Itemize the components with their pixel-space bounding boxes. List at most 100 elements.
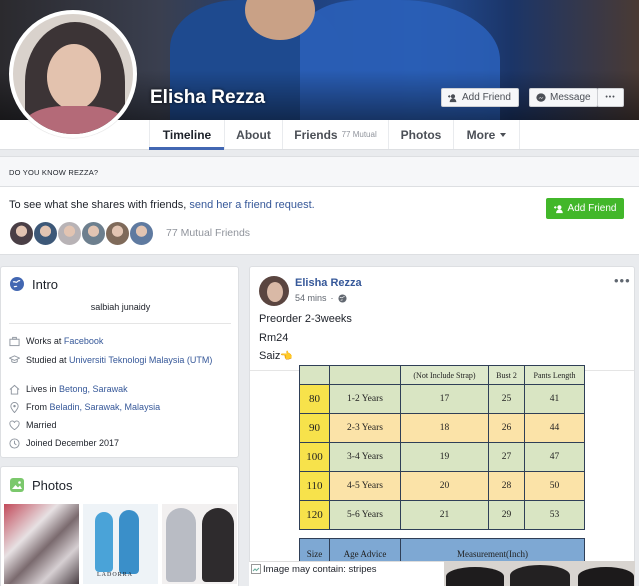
tab-timeline[interactable]: Timeline (149, 120, 224, 149)
intro-prefix: Works at (26, 336, 62, 346)
mutual-friend-avatar[interactable] (105, 221, 130, 246)
public-globe-icon (337, 293, 347, 303)
tab-label: Friends (294, 127, 338, 142)
active-tab-indicator (149, 147, 224, 150)
intro-card: Intro salbiah junaidy Works at Facebook … (0, 266, 239, 458)
photos-icon (10, 478, 24, 492)
message-label: Message (550, 92, 591, 103)
photo-figure (446, 567, 504, 586)
tab-label: Timeline (162, 127, 212, 142)
table-cell: 50 (524, 471, 585, 501)
table-row: 110 4-5 Years 20 28 50 (299, 471, 585, 501)
table-cell: 26 (488, 413, 525, 443)
photo-figure (202, 508, 234, 582)
add-friend-label: Add Friend (462, 92, 511, 103)
tab-label: More (466, 127, 496, 142)
avatar-face (267, 282, 283, 302)
add-friend-green-button[interactable]: Add Friend (546, 198, 624, 219)
more-options-button[interactable]: ••• (597, 88, 624, 107)
post-text-line: Rm24 (259, 332, 289, 344)
photo-thumb[interactable] (162, 504, 237, 584)
photo-figure (510, 565, 570, 586)
photos-card: Photos LADORRA (0, 466, 239, 586)
city-link[interactable]: Betong, Sarawak (59, 384, 128, 394)
table-cell: 1-2 Years (329, 384, 401, 414)
table-cell: 21 (400, 500, 489, 530)
joined-date: Joined December 2017 (26, 438, 120, 448)
mutual-count: 77 Mutual (341, 130, 377, 139)
send-request-link[interactable]: send her a friend request. (189, 199, 314, 211)
mutual-friend-avatar[interactable] (57, 221, 82, 246)
work-link[interactable]: Facebook (64, 336, 104, 346)
size-cell: 120 (299, 500, 330, 530)
tab-more[interactable]: More (453, 120, 520, 149)
tab-friends[interactable]: Friends 77 Mutual (282, 120, 388, 149)
photo-thumb[interactable] (4, 504, 79, 584)
table-cell: 47 (524, 442, 585, 472)
tab-photos[interactable]: Photos (388, 120, 453, 149)
table-row: 80 1-2 Years 17 25 41 (299, 384, 585, 414)
photo-caption: LADORRA (97, 572, 134, 578)
table-header-cell: (Not Include Strap) (400, 365, 489, 385)
table-cell: 5-6 Years (329, 500, 401, 530)
intro-prefix: Lives in (26, 384, 57, 394)
chevron-down-icon (500, 132, 507, 137)
table-cell: 20 (400, 471, 489, 501)
mutual-friend-avatar[interactable] (129, 221, 154, 246)
table-cell: 17 (400, 384, 489, 414)
table-row: 120 5-6 Years 21 29 53 (299, 500, 585, 530)
school-link[interactable]: Universiti Teknologi Malaysia (UTM) (69, 355, 212, 365)
hometown-link[interactable]: Beladin, Sarawak, Malaysia (50, 402, 161, 412)
post-author-name[interactable]: Elisha Rezza (295, 277, 362, 289)
mutual-friends-count[interactable]: 77 Mutual Friends (166, 227, 250, 239)
mutual-friend-avatar[interactable] (33, 221, 58, 246)
post-options-icon[interactable]: ••• (614, 273, 631, 288)
intro-lives: Lives in Betong, Sarawak (9, 384, 128, 395)
add-friend-button[interactable]: Add Friend (441, 88, 519, 107)
table-cell: 29 (488, 500, 525, 530)
profile-name[interactable]: Elisha Rezza (150, 87, 265, 109)
table-cell: 18 (400, 413, 489, 443)
post-author-avatar[interactable] (259, 276, 289, 306)
table-row: 100 3-4 Years 19 27 47 (299, 442, 585, 472)
globe-icon (10, 277, 24, 291)
broken-image-icon (251, 564, 261, 574)
mutual-friends-faces[interactable] (9, 221, 154, 246)
post-timestamp[interactable]: 54 mins · (295, 293, 347, 303)
image-strip[interactable] (444, 561, 635, 586)
table-cell (299, 365, 330, 385)
separator-dot: · (330, 293, 334, 303)
table-cell: 25 (488, 384, 525, 414)
tab-about[interactable]: About (224, 120, 282, 149)
post-text-line: Saiz👈 (259, 350, 293, 362)
mutual-friend-avatar[interactable] (9, 221, 34, 246)
know-header: DO YOU KNOW REZZA? (0, 156, 639, 187)
heart-icon (9, 420, 20, 431)
table-cell (329, 365, 401, 385)
intro-joined: Joined December 2017 (9, 438, 119, 449)
photo-figure (578, 567, 634, 586)
table-cell: 19 (400, 442, 489, 472)
post-image[interactable]: (Not Include Strap) Bust 2 Pants Length … (250, 365, 634, 586)
post-card: Elisha Rezza 54 mins · ••• Preorder 2-3w… (249, 266, 635, 586)
more-dots-icon: ••• (605, 94, 616, 101)
mutual-friend-avatar[interactable] (81, 221, 106, 246)
table-cell: 28 (488, 471, 525, 501)
intro-title: Intro (32, 277, 59, 292)
photo-figure (95, 512, 113, 572)
size-cell: 100 (299, 442, 330, 472)
house-icon (9, 384, 20, 395)
photo-figure (166, 508, 196, 582)
tab-label: Photos (400, 127, 442, 142)
avatar-face (47, 44, 101, 110)
intro-relationship: Married (9, 420, 57, 431)
table-row: 90 2-3 Years 18 26 44 (299, 413, 585, 443)
photo-thumb[interactable]: LADORRA (83, 504, 158, 584)
table-cell: 4-5 Years (329, 471, 401, 501)
table-cell: 3-4 Years (329, 442, 401, 472)
divider (9, 323, 231, 324)
profile-avatar[interactable] (9, 10, 137, 138)
post-text: Saiz (259, 350, 281, 362)
message-button[interactable]: Message (529, 88, 598, 107)
add-friend-label: Add Friend (567, 203, 617, 214)
